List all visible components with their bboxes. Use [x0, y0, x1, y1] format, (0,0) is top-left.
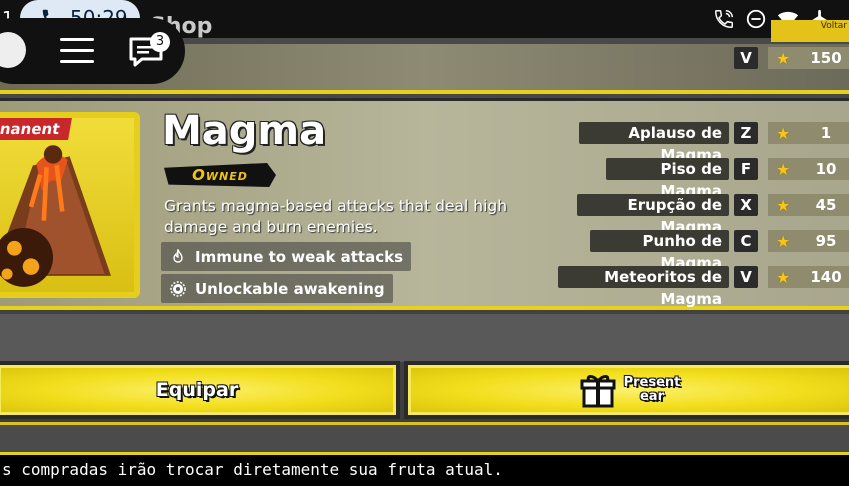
star-icon: ★: [776, 48, 791, 68]
move-name: Punho de Magma: [590, 230, 729, 272]
move-name: Erupção de Magma: [577, 194, 729, 236]
move-key: V: [734, 266, 758, 288]
back-button-voltar[interactable]: Voltar: [771, 20, 849, 42]
shop-screen: 1 Shop 50:29 Voltar V: [0, 0, 849, 486]
flame-icon: [161, 248, 195, 265]
present-label-line2: ear: [639, 389, 664, 404]
move-key: X: [734, 194, 758, 216]
chat-badge: 3: [150, 32, 170, 52]
move-key: Z: [734, 122, 758, 144]
previous-item-price[interactable]: ★ 150: [768, 47, 849, 69]
rarity-tag: nanent: [0, 118, 72, 140]
move-price[interactable]: ★ 95: [768, 230, 849, 252]
divider-band: [0, 314, 849, 362]
star-icon: ★: [776, 123, 791, 143]
move-name: Meteoritos de Magma: [558, 266, 729, 308]
move-name: Piso de Magma: [606, 158, 729, 200]
bottom-panel: [0, 422, 849, 452]
present-label-line1: Present: [623, 375, 681, 390]
star-icon: ★: [776, 267, 791, 287]
star-icon: ★: [776, 231, 791, 251]
magma-fruit-icon: [0, 145, 111, 287]
awaken-gear-icon: [161, 280, 195, 297]
move-price[interactable]: ★ 1: [768, 122, 849, 144]
move-key: F: [734, 158, 758, 180]
move-price[interactable]: ★ 45: [768, 194, 849, 216]
fruit-name: Magma: [162, 108, 327, 154]
gift-icon: [580, 375, 616, 408]
move-name: Aplauso de Magma: [579, 122, 729, 164]
equip-button[interactable]: Equipar: [0, 361, 400, 419]
move-price[interactable]: ★ 140: [768, 266, 849, 288]
move-price[interactable]: ★ 10: [768, 158, 849, 180]
feature-immune: Immune to weak attacks: [161, 242, 412, 271]
fruit-description: Grants magma-based attacks that deal hig…: [164, 197, 508, 236]
star-icon: ★: [776, 159, 791, 179]
previous-item-key: V: [734, 47, 758, 69]
notice-text: s compradas irão trocar diretamente sua …: [0, 452, 849, 486]
do-not-disturb-icon: [746, 9, 766, 29]
move-key: C: [734, 230, 758, 252]
star-icon: ★: [776, 195, 791, 215]
hamburger-menu-icon[interactable]: [60, 38, 94, 64]
feature-awakening: Unlockable awakening: [161, 274, 393, 303]
present-button[interactable]: Present ear: [404, 361, 849, 419]
wifi-call-icon: [715, 10, 733, 28]
